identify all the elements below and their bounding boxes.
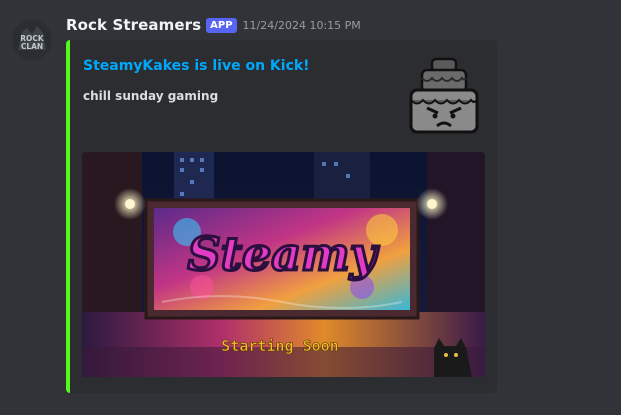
angry-cake-icon[interactable] — [408, 56, 480, 136]
stream-embed: SteamyKakes is live on Kick! chill sunda… — [66, 40, 497, 393]
avatar-text-bottom: CLAN — [21, 42, 43, 51]
starting-soon-text: Starting Soon — [221, 337, 338, 355]
embed-title-link[interactable]: SteamyKakes is live on Kick! — [83, 58, 310, 74]
chat-message: ROCK CLAN Rock Streamers APP 11/24/2024 … — [0, 0, 621, 415]
rock-clan-logo: ROCK CLAN — [18, 26, 46, 51]
author-name[interactable]: Rock Streamers — [66, 16, 201, 34]
embed-description: chill sunday gaming — [83, 89, 219, 103]
message-header: Rock Streamers APP 11/24/2024 10:15 PM — [66, 14, 361, 36]
author-avatar[interactable]: ROCK CLAN — [12, 20, 52, 60]
message-timestamp[interactable]: 11/24/2024 10:15 PM — [243, 19, 361, 32]
app-badge: APP — [206, 17, 237, 33]
stream-preview-image[interactable]: Steamy Starting Soon — [82, 152, 485, 377]
graffiti-text: Steamy — [188, 227, 380, 281]
